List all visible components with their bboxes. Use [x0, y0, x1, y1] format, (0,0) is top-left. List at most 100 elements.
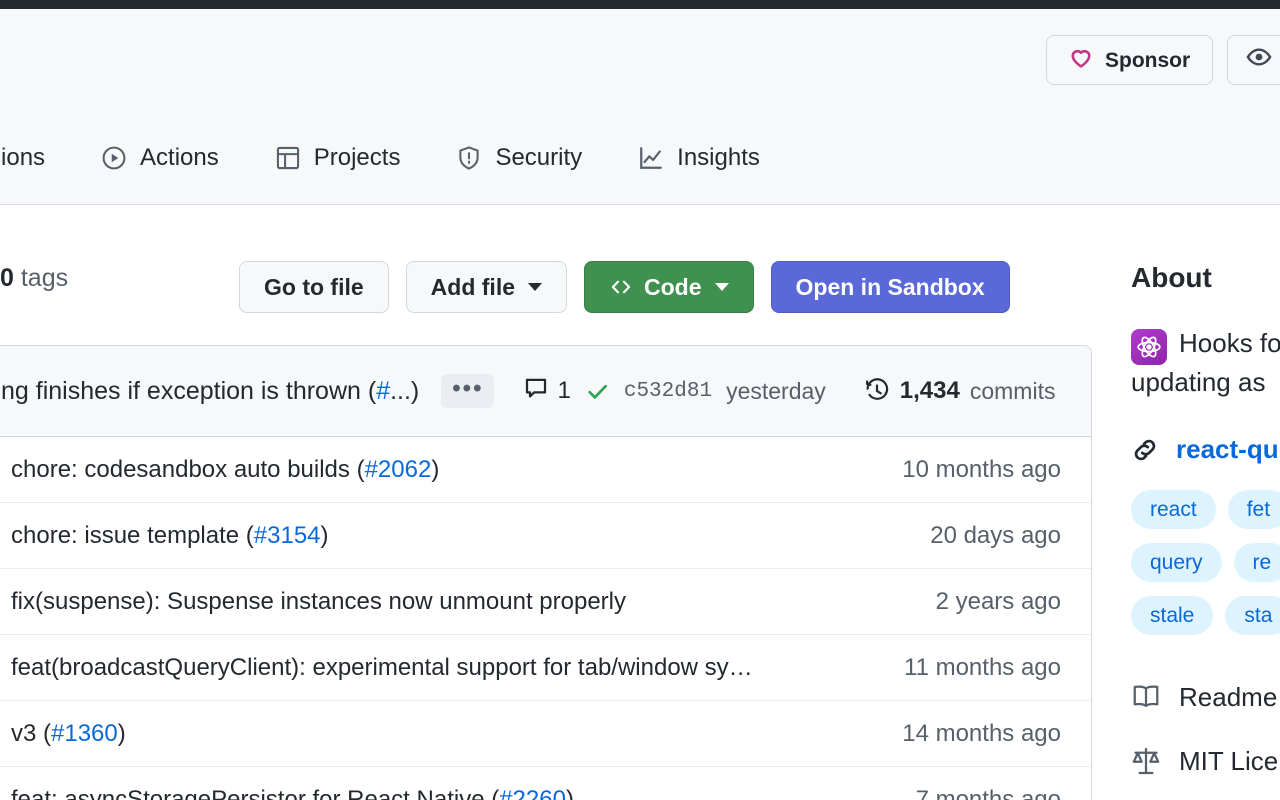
about-sidebar: About Hooks fo updating as react-qu reac… [1131, 206, 1280, 793]
tags-count[interactable]: 0 tags [0, 264, 68, 293]
homepage-row[interactable]: react-qu [1131, 434, 1280, 465]
file-issue-link[interactable]: #2062 [365, 456, 432, 483]
go-to-file-button[interactable]: Go to file [239, 261, 389, 313]
add-file-button[interactable]: Add file [405, 261, 568, 313]
file-age: 20 days ago [930, 521, 1061, 549]
sponsor-button[interactable]: Sponsor [1046, 35, 1214, 85]
file-message-text: feat: asyncStoragePersistor for React Na… [11, 786, 500, 800]
tab-insights-label: Insights [677, 144, 760, 171]
readme-link[interactable]: Readme [1131, 665, 1280, 729]
sponsor-label: Sponsor [1105, 48, 1191, 72]
latest-commit-message[interactable]: ng finishes if exception is thrown (#...… [1, 377, 419, 406]
latest-commit-header: ng finishes if exception is thrown (#...… [0, 346, 1091, 437]
file-message-suffix: ) [431, 455, 440, 483]
about-description-line1: Hooks fo [1179, 328, 1280, 358]
commits-label: commits [969, 377, 1056, 404]
commit-issue-link[interactable]: # [376, 377, 390, 405]
tab-projects[interactable]: Projects [247, 132, 429, 184]
file-commit-message: feat(broadcastQueryClient): experimental… [11, 654, 753, 682]
repo-action-buttons: Go to file Add file Code Open in Sandbox [239, 261, 1010, 313]
tab-security[interactable]: Security [428, 132, 610, 184]
link-icon [1131, 436, 1159, 464]
commit-comment-count[interactable]: 1 [524, 376, 571, 407]
chevron-down-icon [714, 283, 729, 291]
table-row[interactable]: v3 (#1360) 14 months ago [0, 701, 1091, 767]
topic-tag[interactable]: fet [1227, 490, 1280, 530]
license-link[interactable]: MIT Lice [1131, 729, 1280, 793]
commit-sha[interactable]: c532d81 [624, 380, 712, 403]
tab-actions[interactable]: Actions [73, 132, 247, 184]
table-row[interactable]: fix(suspense): Suspense instances now un… [0, 569, 1091, 635]
file-message-suffix: ) [320, 521, 329, 549]
file-message-text: chore: issue template ( [11, 521, 254, 549]
table-row[interactable]: chore: codesandbox auto builds (#2062) 1… [0, 437, 1091, 503]
file-issue-link[interactable]: #2260 [499, 786, 566, 800]
commit-meta: 1 c532d81 yesterday [524, 376, 826, 407]
expand-commit-message-button[interactable]: ••• [441, 374, 495, 408]
topic-tag[interactable]: sta [1225, 596, 1280, 636]
github-repo-page: Sponsor Discussions [0, 0, 1280, 800]
topic-tag[interactable]: react [1131, 490, 1216, 530]
homepage-link[interactable]: react-qu [1176, 434, 1279, 465]
tags-number: 0 [0, 264, 14, 292]
commit-message-suffix: ...) [390, 376, 420, 405]
file-age: 7 months ago [915, 786, 1061, 800]
file-message-text: chore: codesandbox auto builds ( [11, 455, 365, 483]
repo-nav-tabs: Discussions Actions Projects [0, 132, 788, 184]
repo-header-actions: Sponsor [1046, 35, 1280, 85]
table-icon [275, 145, 301, 171]
file-issue-link[interactable]: #3154 [254, 522, 321, 549]
file-table: ng finishes if exception is thrown (#...… [0, 345, 1092, 800]
watch-button[interactable] [1227, 35, 1280, 85]
about-meta-links: Readme MIT Lice [1131, 665, 1280, 793]
about-description: Hooks fo updating as [1131, 326, 1280, 400]
file-message-text: v3 ( [11, 719, 52, 747]
comment-count-label: 1 [557, 377, 571, 404]
topic-tag[interactable]: query [1131, 543, 1222, 583]
ellipsis-label: ••• [452, 375, 484, 402]
tab-projects-label: Projects [313, 144, 401, 171]
open-in-sandbox-label: Open in Sandbox [795, 273, 985, 300]
table-row[interactable]: feat: asyncStoragePersistor for React Na… [0, 767, 1091, 800]
file-commit-message: v3 (#1360) [11, 720, 126, 748]
topic-tag[interactable]: re [1233, 543, 1280, 583]
open-in-sandbox-button[interactable]: Open in Sandbox [770, 261, 1010, 313]
graph-icon [638, 145, 664, 171]
about-description-line2: updating as [1131, 367, 1266, 397]
topic-tag[interactable]: stale [1131, 596, 1214, 636]
tab-actions-label: Actions [140, 144, 219, 171]
file-commit-message: chore: issue template (#3154) [11, 522, 329, 550]
eye-icon [1246, 44, 1272, 76]
global-header-strip [0, 0, 1280, 9]
code-label: Code [644, 273, 702, 300]
table-row[interactable]: feat(broadcastQueryClient): experimental… [0, 635, 1091, 701]
file-age: 11 months ago [904, 653, 1061, 681]
tab-discussions-label: Discussions [0, 144, 46, 171]
history-icon [864, 378, 890, 404]
go-to-file-label: Go to file [264, 273, 364, 300]
license-label: MIT Lice [1179, 745, 1279, 776]
file-issue-link[interactable]: #1360 [51, 720, 118, 747]
file-commit-message: chore: codesandbox auto builds (#2062) [11, 456, 439, 484]
law-icon [1131, 746, 1161, 776]
file-message-suffix: ) [565, 786, 574, 800]
topic-tags: react fet query re stale sta [1131, 490, 1280, 636]
repo-content: 0 tags Go to file Add file Code Open in … [0, 206, 1280, 800]
tab-discussions[interactable]: Discussions [0, 132, 73, 184]
commit-message-prefix: ng finishes if exception is thrown ( [1, 376, 377, 405]
shield-icon [456, 145, 482, 171]
tab-security-label: Security [495, 144, 583, 171]
code-button[interactable]: Code [584, 261, 754, 313]
tab-insights[interactable]: Insights [610, 132, 788, 184]
atom-emoji-icon [1131, 329, 1167, 365]
file-message-suffix: ) [117, 719, 126, 747]
file-age: 14 months ago [902, 719, 1061, 747]
add-file-label: Add file [430, 273, 516, 300]
page-title: About [1131, 262, 1212, 293]
commits-count: 1,434 [899, 377, 960, 404]
commits-total[interactable]: 1,434 commits [864, 377, 1056, 405]
table-row[interactable]: chore: issue template (#3154) 20 days ag… [0, 503, 1091, 569]
file-commit-message: feat: asyncStoragePersistor for React Na… [11, 786, 574, 800]
file-age: 10 months ago [902, 455, 1061, 483]
check-icon[interactable] [585, 379, 610, 404]
